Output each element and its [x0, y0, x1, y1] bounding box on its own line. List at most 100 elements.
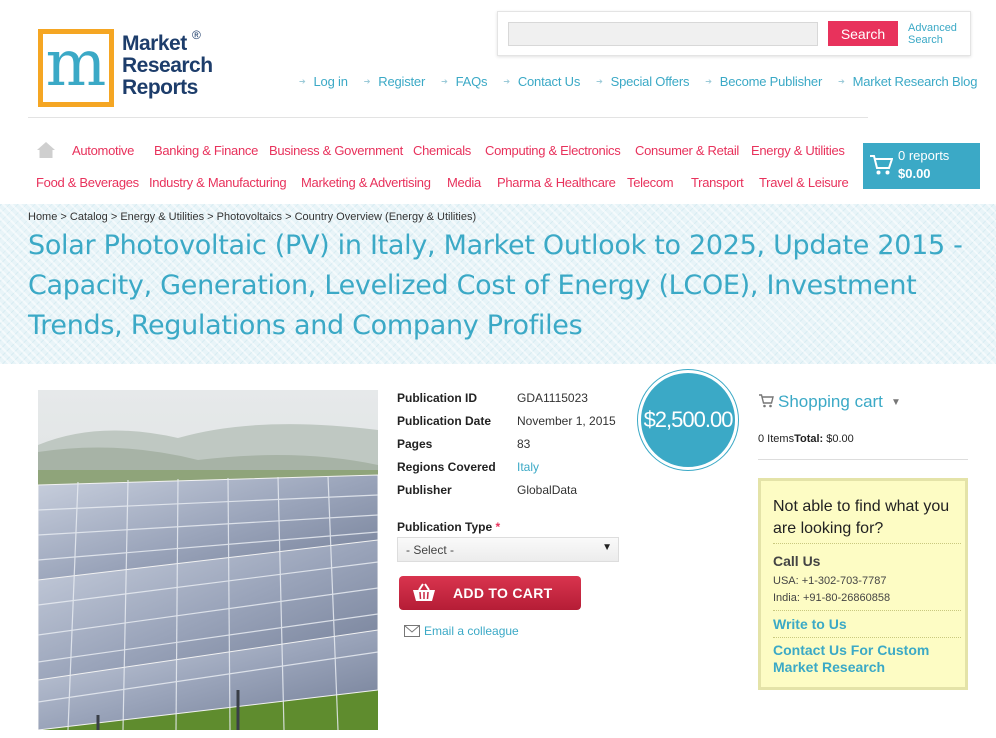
add-to-cart-button[interactable]: ADD TO CART: [399, 576, 581, 610]
page-title: Solar Photovoltaic (PV) in Italy, Market…: [28, 230, 963, 341]
blog-link-label: Market Research Blog: [852, 74, 978, 89]
header-cart-button[interactable]: 0 reports $0.00: [863, 143, 980, 189]
category-pharma-healthcare[interactable]: Pharma & Healthcare: [497, 175, 616, 190]
category-computing-electronics[interactable]: Computing & Electronics: [485, 143, 621, 158]
detail-value: GlobalData: [517, 483, 578, 497]
login-link[interactable]: ➔ Log in: [299, 74, 348, 89]
call-us-heading: Call Us: [773, 553, 821, 569]
detail-value: 83: [517, 437, 531, 451]
category-travel-leisure[interactable]: Travel & Leisure: [759, 175, 849, 190]
logo-line-reports: Reports: [122, 76, 198, 99]
phone-india: India: +91-80-26860858: [773, 592, 891, 604]
register-link[interactable]: ➔ Register: [363, 74, 426, 89]
advanced-search-line1: Advanced: [908, 22, 957, 34]
category-food-beverages[interactable]: Food & Beverages: [36, 175, 139, 190]
cart-total-value: $0.00: [826, 433, 854, 445]
envelope-icon: [404, 625, 420, 637]
publication-type-selected: - Select -: [406, 543, 455, 557]
search-panel: Search Advanced Search: [497, 11, 971, 56]
search-input[interactable]: [508, 22, 818, 46]
required-mark: *: [495, 520, 501, 534]
register-link-label: Register: [378, 74, 426, 89]
category-automotive[interactable]: Automotive: [72, 143, 134, 158]
write-to-us-link[interactable]: Write to Us: [773, 616, 847, 633]
region-link[interactable]: Italy: [517, 460, 539, 474]
category-banking-finance[interactable]: Banking & Finance: [154, 143, 258, 158]
faqs-link[interactable]: ➔ FAQs: [441, 74, 487, 89]
arrow-icon: ➔: [838, 77, 845, 86]
help-divider: [773, 543, 961, 544]
custom-research-link[interactable]: Contact Us For Custom Market Research: [773, 642, 963, 676]
logo-line-research: Research: [122, 54, 213, 77]
detail-label: Publication Date: [397, 414, 492, 428]
shopping-cart-title-text: Shopping cart: [778, 392, 883, 411]
advanced-search-line2: Search: [908, 34, 943, 46]
logo-letter: m: [45, 27, 107, 101]
category-nav-row1: Automotive Banking & Finance Business & …: [0, 143, 860, 161]
help-divider: [773, 610, 961, 611]
become-publisher-link[interactable]: ➔ Become Publisher: [705, 74, 822, 89]
category-industry-manufacturing[interactable]: Industry & Manufacturing: [149, 175, 287, 190]
category-transport[interactable]: Transport: [691, 175, 744, 190]
arrow-icon: ➔: [503, 77, 510, 86]
category-energy-utilities[interactable]: Energy & Utilities: [751, 143, 845, 158]
advanced-search-link[interactable]: Advanced Search: [908, 22, 957, 46]
category-consumer-retail[interactable]: Consumer & Retail: [635, 143, 739, 158]
add-to-cart-label: ADD TO CART: [453, 585, 553, 601]
basket-icon: [411, 583, 437, 606]
sidebar-divider: [758, 459, 968, 460]
detail-label: Regions Covered: [397, 460, 496, 474]
help-divider: [773, 637, 961, 638]
phone-usa: USA: +1-302-703-7787: [773, 575, 887, 587]
publication-type-select[interactable]: - Select - ▼: [397, 537, 619, 562]
category-business-government[interactable]: Business & Government: [269, 143, 403, 158]
special-offers-link-label: Special Offers: [610, 74, 690, 89]
cart-icon: [869, 154, 894, 181]
header-divider: [28, 117, 868, 118]
breadcrumb[interactable]: Home > Catalog > Energy & Utilities > Ph…: [28, 211, 476, 223]
contact-us-link-label: Contact Us: [517, 74, 581, 89]
category-media[interactable]: Media: [447, 175, 481, 190]
cart-total-label: Total:: [794, 433, 824, 445]
email-colleague-link[interactable]: Email a colleague: [404, 624, 519, 638]
blog-link[interactable]: ➔ Market Research Blog: [838, 74, 977, 89]
become-publisher-link-label: Become Publisher: [719, 74, 823, 89]
category-marketing-advertising[interactable]: Marketing & Advertising: [301, 175, 431, 190]
category-nav-row2: Food & Beverages Industry & Manufacturin…: [0, 175, 860, 193]
shopping-cart-title[interactable]: Shopping cart: [758, 392, 883, 412]
cart-icon: [759, 394, 774, 408]
search-button[interactable]: Search: [828, 21, 898, 46]
chevron-down-icon[interactable]: ▼: [891, 397, 901, 408]
site-logo[interactable]: m Market Research Reports ®: [38, 27, 218, 109]
detail-label: Publisher: [397, 483, 452, 497]
logo-mark: m: [38, 27, 114, 107]
header-cart-count: 0 reports: [898, 148, 950, 163]
help-question: Not able to find what you are looking fo…: [773, 498, 950, 537]
email-colleague-label: Email a colleague: [424, 624, 519, 638]
logo-wordmark: Market Research Reports: [122, 33, 213, 99]
special-offers-link[interactable]: ➔ Special Offers: [596, 74, 689, 89]
detail-value: GDA1115023: [517, 391, 588, 405]
product-image: [38, 390, 378, 730]
publication-type-label: Publication Type *: [397, 520, 500, 534]
detail-value: November 1, 2015: [517, 414, 616, 428]
login-link-label: Log in: [313, 74, 348, 89]
arrow-icon: ➔: [596, 77, 603, 86]
registered-mark: ®: [192, 28, 201, 42]
publication-type-label-text: Publication Type: [397, 520, 493, 534]
arrow-icon: ➔: [299, 77, 306, 86]
shopping-cart-summary: 0 ItemsTotal: $0.00: [758, 433, 854, 445]
category-telecom[interactable]: Telecom: [627, 175, 674, 190]
arrow-icon: ➔: [705, 77, 712, 86]
price-badge: $2,500.00: [638, 370, 738, 470]
category-chemicals[interactable]: Chemicals: [413, 143, 471, 158]
top-links: ➔ Log in ➔ Register ➔ FAQs ➔ Contact Us ➔ Spe…: [299, 74, 993, 89]
arrow-icon: ➔: [363, 77, 371, 86]
contact-us-link[interactable]: ➔ Contact Us: [503, 74, 580, 89]
cart-items-count: 0 Items: [758, 433, 795, 445]
detail-label: Publication ID: [397, 391, 478, 405]
arrow-icon: ➔: [441, 77, 448, 86]
dropdown-caret-icon: ▼: [602, 542, 612, 553]
faqs-link-label: FAQs: [455, 74, 488, 89]
help-box: Not able to find what you are looking fo…: [758, 478, 968, 690]
